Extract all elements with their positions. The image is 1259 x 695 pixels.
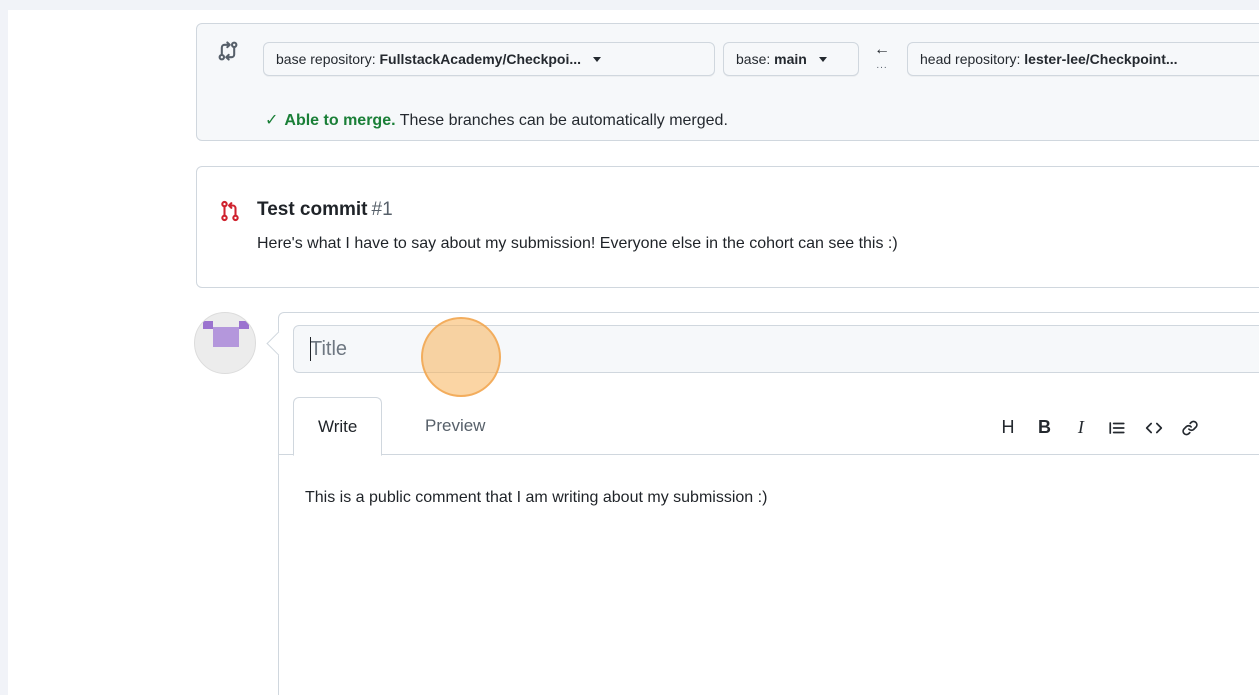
caret-down-icon xyxy=(818,57,827,62)
base-branch-label: base: xyxy=(736,51,771,67)
compare-bar: base repository: FullstackAcademy/Checkp… xyxy=(196,23,1259,141)
commit-summary: Test commit #1 Here's what I have to say … xyxy=(196,166,1259,288)
tab-preview[interactable]: Preview xyxy=(401,397,509,455)
page: base repository: FullstackAcademy/Checkp… xyxy=(8,10,1259,695)
commit-title-text: Test commit xyxy=(257,199,368,220)
avatar-pixel xyxy=(239,321,249,329)
check-icon: ✓ xyxy=(265,112,279,129)
heading-button[interactable]: H xyxy=(993,413,1023,441)
commit-number: #1 xyxy=(371,199,393,220)
base-repository-label: base repository: xyxy=(276,51,376,67)
click-indicator xyxy=(421,317,501,397)
tab-write[interactable]: Write xyxy=(293,397,383,456)
editor-tabs: Write Preview H B I xyxy=(279,397,1259,456)
merge-status-label: Able to merge. xyxy=(284,112,396,129)
head-repository-label: head repository: xyxy=(920,51,1021,67)
avatar-pixel xyxy=(203,321,213,329)
base-branch-value: main xyxy=(774,51,807,67)
code-icon[interactable] xyxy=(1139,413,1169,441)
avatar[interactable] xyxy=(194,312,256,374)
commit-description: Here's what I have to say about my submi… xyxy=(257,235,898,252)
bold-button[interactable]: B xyxy=(1029,413,1059,441)
git-pull-request-icon xyxy=(219,200,241,222)
commit-title: Test commit #1 xyxy=(257,199,393,221)
git-compare-icon xyxy=(217,40,239,62)
merge-status-message: These branches can be automatically merg… xyxy=(399,112,728,129)
head-repository-select[interactable]: head repository: lester-lee/Checkpoint..… xyxy=(907,42,1259,76)
link-icon[interactable] xyxy=(1175,413,1205,441)
base-repository-value: FullstackAcademy/Checkpoi... xyxy=(379,51,582,67)
avatar-pixel xyxy=(213,327,239,347)
ellipsis-icon: ... xyxy=(876,60,888,71)
base-branch-select[interactable]: base: main xyxy=(723,42,859,76)
markdown-toolbar: H B I xyxy=(993,413,1207,441)
caret-down-icon xyxy=(592,57,601,62)
arrow-glyph: ← xyxy=(874,41,890,58)
arrow-left-icon: ← ... xyxy=(873,41,891,71)
head-repository-value: lester-lee/Checkpoint... xyxy=(1024,51,1178,67)
text-cursor xyxy=(310,337,311,361)
quote-list-icon[interactable] xyxy=(1102,413,1132,441)
base-repository-select[interactable]: base repository: FullstackAcademy/Checkp… xyxy=(263,42,715,76)
merge-status: ✓ Able to merge. These branches can be au… xyxy=(265,110,728,130)
italic-button[interactable]: I xyxy=(1066,413,1096,441)
comment-body[interactable]: This is a public comment that I am writi… xyxy=(305,489,767,507)
